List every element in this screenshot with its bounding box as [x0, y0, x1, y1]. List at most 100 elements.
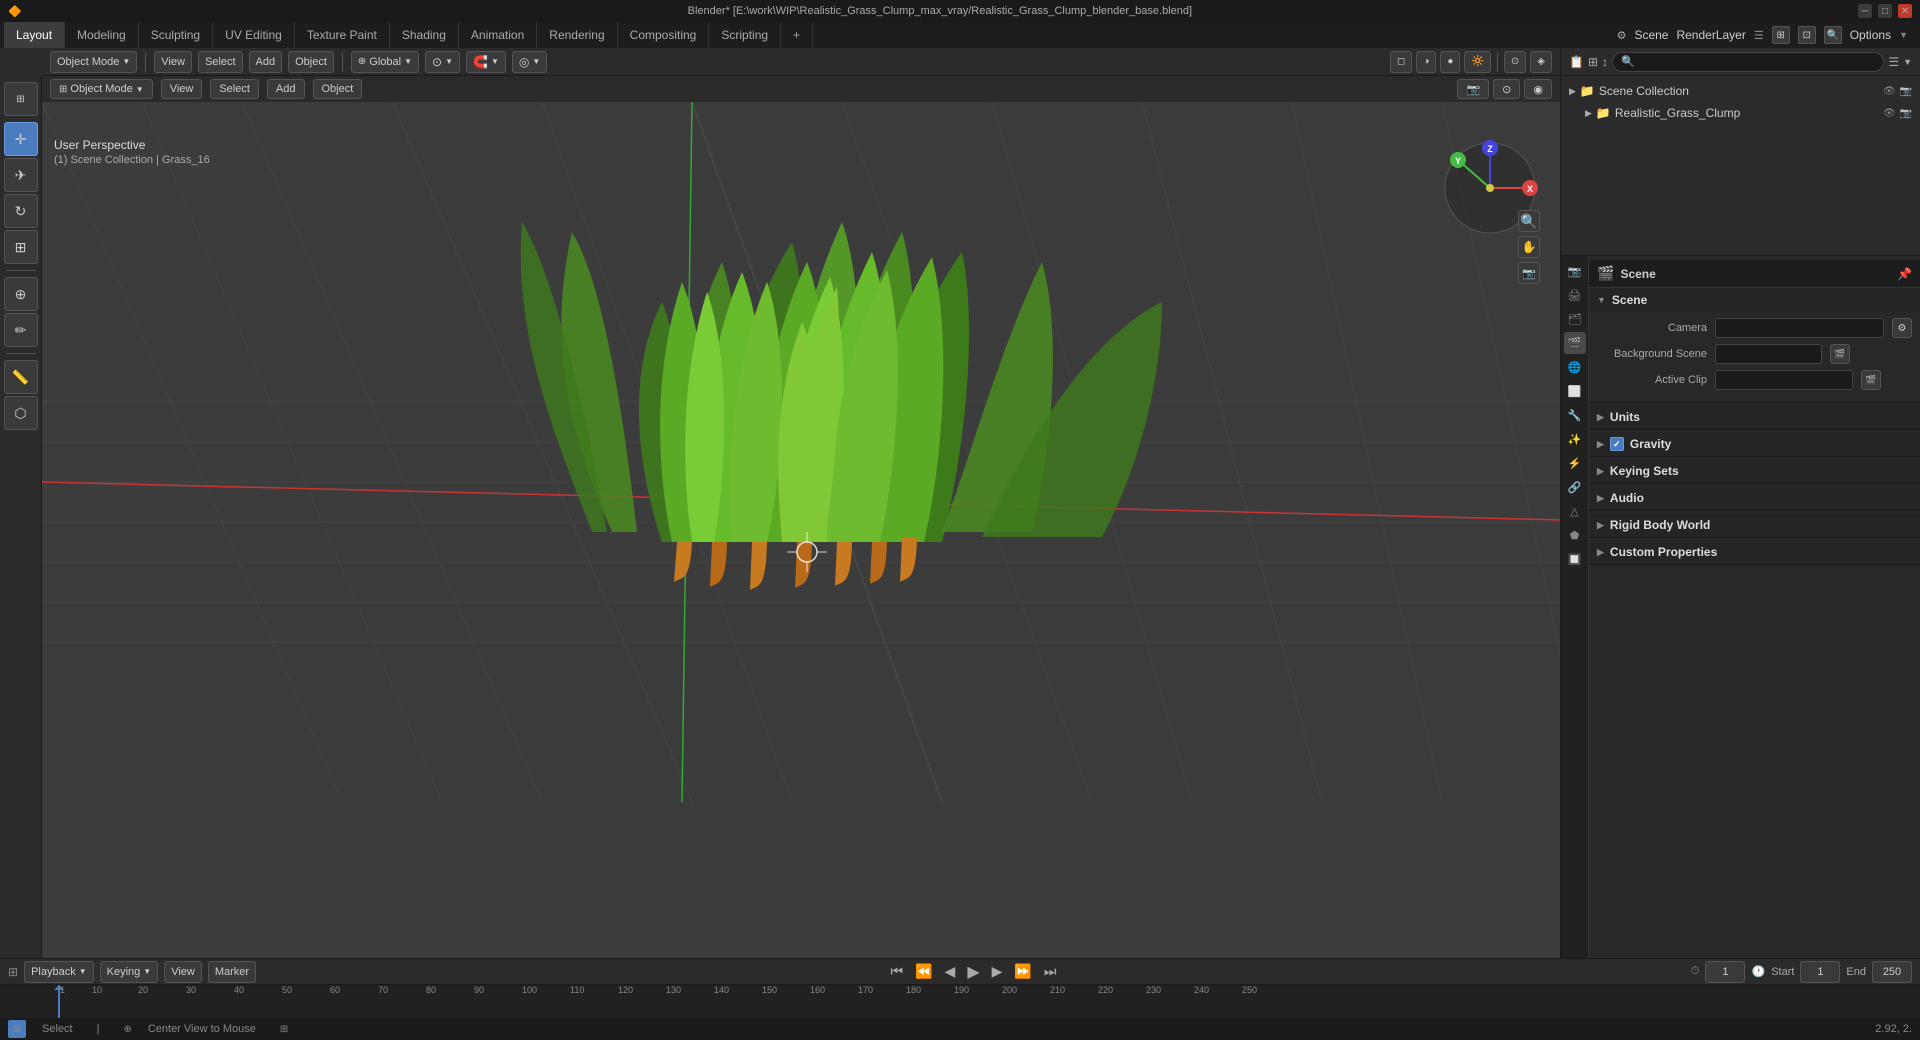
jump-end-btn[interactable]: ⏭	[1040, 961, 1061, 982]
viewport-mode-btn[interactable]: ⊞ Object Mode ▼	[50, 79, 153, 99]
search-input-outliner[interactable]: 🔍	[1612, 52, 1884, 72]
active-clip-icon[interactable]: 🎬	[1861, 370, 1881, 390]
object-mode-selector[interactable]: Object Mode ▼	[50, 51, 137, 73]
viewport-select-btn[interactable]: Select	[210, 79, 259, 99]
move-tool[interactable]: ✈	[4, 158, 38, 192]
search-icon-top[interactable]: 🔍	[1824, 26, 1842, 44]
bg-scene-value[interactable]	[1715, 344, 1822, 364]
camera-value[interactable]	[1715, 318, 1884, 338]
viewport-gizmo-icon[interactable]: ◉	[1524, 79, 1552, 99]
viewport-add-btn[interactable]: Add	[267, 79, 305, 99]
outliner-realistic-grass[interactable]: ▶ 📁 Realistic_Grass_Clump 👁 📷	[1577, 102, 1920, 124]
prop-tab-data[interactable]: △	[1564, 500, 1586, 522]
viewport-shading-render[interactable]: 🔆	[1464, 51, 1490, 73]
tab-add[interactable]: +	[781, 22, 813, 48]
viewport-camera-icon[interactable]: 📷	[1457, 79, 1489, 99]
select-menu[interactable]: Select	[198, 51, 243, 73]
scale-tool[interactable]: ⊞	[4, 230, 38, 264]
tab-compositing[interactable]: Compositing	[618, 22, 710, 48]
prop-tab-texture[interactable]: 🔲	[1564, 548, 1586, 570]
keying-sets-section-header[interactable]: ▶ Keying Sets	[1589, 459, 1920, 483]
options-button[interactable]: Options	[1850, 28, 1891, 42]
prev-keyframe-btn[interactable]: ⏪	[911, 961, 936, 982]
toolbar-toggle[interactable]: ⊞	[4, 82, 38, 116]
tab-layout[interactable]: Layout	[4, 22, 65, 48]
camera-perspective-btn[interactable]: 📷	[1518, 262, 1540, 284]
tab-rendering[interactable]: Rendering	[537, 22, 617, 48]
viewport-shading-solid[interactable]: ◑	[1416, 51, 1436, 73]
scene-selector[interactable]: Scene	[1634, 28, 1668, 42]
prop-tab-particles[interactable]: ✨	[1564, 428, 1586, 450]
grass-visibility-icon[interactable]: 👁	[1883, 108, 1896, 119]
maximize-button[interactable]: □	[1878, 4, 1892, 18]
tab-sculpting[interactable]: Sculpting	[139, 22, 213, 48]
icon-small-2[interactable]: ⊡	[1798, 26, 1816, 44]
select-tool[interactable]: ✛	[4, 122, 38, 156]
view-menu[interactable]: View	[154, 51, 192, 73]
prop-tab-constraints[interactable]: 🔗	[1564, 476, 1586, 498]
annotate-tool[interactable]: ✏	[4, 313, 38, 347]
expand-outliner-icon[interactable]: ▼	[1903, 57, 1912, 67]
viewport-overlay-icon[interactable]: ⊙	[1493, 79, 1520, 99]
timeline-playhead[interactable]	[58, 985, 60, 1019]
jump-start-btn[interactable]: ⏮	[887, 961, 908, 982]
tab-texture-paint[interactable]: Texture Paint	[295, 22, 390, 48]
grass-render-icon[interactable]: 📷	[1900, 108, 1912, 119]
transform-global[interactable]: ⊕ Global ▼	[351, 51, 419, 73]
timeline-view-menu[interactable]: View	[164, 961, 202, 983]
prop-tab-world[interactable]: 🌐	[1564, 356, 1586, 378]
prop-tab-modifier[interactable]: 🔧	[1564, 404, 1586, 426]
viewport-shading-wire[interactable]: ◻	[1390, 51, 1412, 73]
tab-modeling[interactable]: Modeling	[65, 22, 139, 48]
prop-tab-scene[interactable]: 🎬	[1564, 332, 1586, 354]
playback-menu[interactable]: Playback ▼	[24, 961, 94, 983]
render-icon[interactable]: 📷	[1900, 86, 1912, 97]
prop-tab-material[interactable]: ⬟	[1564, 524, 1586, 546]
object-menu[interactable]: Object	[288, 51, 334, 73]
next-frame-btn[interactable]: ▶	[988, 961, 1007, 982]
end-frame-input[interactable]: 250	[1872, 961, 1912, 983]
start-frame-input[interactable]: 1	[1800, 961, 1840, 983]
icon-small-1[interactable]: ⊞	[1772, 26, 1790, 44]
custom-props-section-header[interactable]: ▶ Custom Properties	[1589, 540, 1920, 564]
camera-settings-btn[interactable]: ⚙	[1892, 318, 1912, 338]
keying-menu[interactable]: Keying ▼	[100, 961, 159, 983]
audio-section-header[interactable]: ▶ Audio	[1589, 486, 1920, 510]
prop-tab-output[interactable]: 🖨	[1564, 284, 1586, 306]
active-clip-value[interactable]	[1715, 370, 1853, 390]
current-frame-input[interactable]: 1	[1705, 961, 1745, 983]
prev-frame-btn[interactable]: ◀	[941, 961, 960, 982]
pin-icon[interactable]: 📌	[1897, 267, 1912, 281]
snapping-toggle[interactable]: 🧲 ▼	[466, 51, 506, 73]
next-keyframe-btn[interactable]: ⏩	[1010, 961, 1035, 982]
prop-tab-render[interactable]: 📷	[1564, 260, 1586, 282]
tab-shading[interactable]: Shading	[390, 22, 459, 48]
tab-scripting[interactable]: Scripting	[709, 22, 781, 48]
timeline-track[interactable]: 1 10 20 30 40 50 60 70 80 90 100 110 120…	[0, 985, 1920, 1019]
measure-tool[interactable]: 📏	[4, 360, 38, 394]
filter-icon[interactable]: ⊞	[1588, 55, 1598, 69]
viewport-canvas[interactable]: User Perspective (1) Scene Collection | …	[42, 102, 1560, 980]
proportional-edit[interactable]: ◎ ▼	[512, 51, 547, 73]
scene-section-header[interactable]: ▼ Scene	[1589, 288, 1920, 312]
navigation-gizmo[interactable]: X Y Z 🔍 ✋ 📷	[1440, 138, 1540, 238]
sort-icon[interactable]: ↕	[1602, 55, 1608, 69]
gravity-section-header[interactable]: ▶ ✓ Gravity	[1589, 432, 1920, 456]
xray-toggle[interactable]: ◈	[1530, 51, 1552, 73]
viewport-shading-material[interactable]: ●	[1440, 51, 1460, 73]
viewport-object-btn[interactable]: Object	[313, 79, 363, 99]
gravity-checkbox[interactable]: ✓	[1610, 437, 1624, 451]
transform-tool[interactable]: ⊕	[4, 277, 38, 311]
add-menu[interactable]: Add	[249, 51, 283, 73]
prop-tab-object[interactable]: ⬜	[1564, 380, 1586, 402]
visibility-icon[interactable]: 👁	[1883, 86, 1896, 97]
transform-pivot[interactable]: ⊙ ▼	[425, 51, 460, 73]
play-btn[interactable]: ▶	[963, 960, 983, 984]
rigid-body-section-header[interactable]: ▶ Rigid Body World	[1589, 513, 1920, 537]
zoom-in-btn[interactable]: 🔍	[1518, 210, 1540, 232]
tab-uv-editing[interactable]: UV Editing	[213, 22, 295, 48]
close-button[interactable]: ✕	[1898, 4, 1912, 18]
outliner-scene-collection[interactable]: ▶ 📁 Scene Collection 👁 📷	[1561, 80, 1920, 102]
prop-tab-physics[interactable]: ⚡	[1564, 452, 1586, 474]
marker-menu[interactable]: Marker	[208, 961, 256, 983]
